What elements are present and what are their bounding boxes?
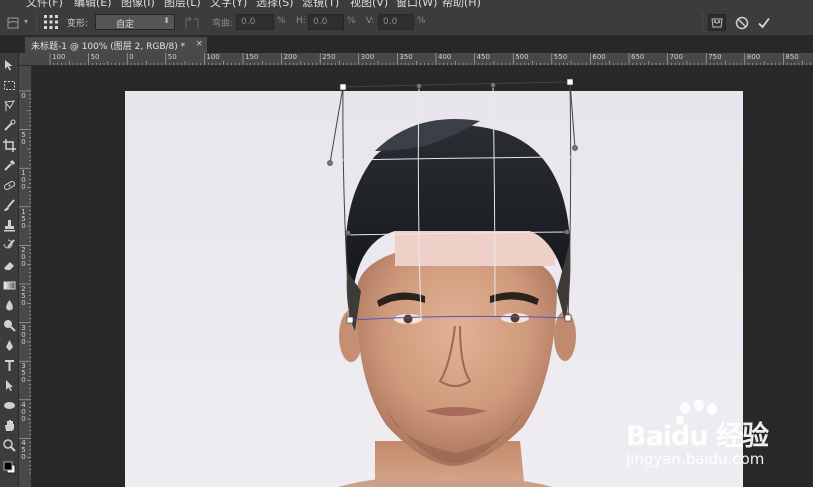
baidu-jingyan-watermark: Baidu 经验 jingyan.baidu.com [626, 400, 776, 470]
h-distortion-unit: % [347, 16, 356, 26]
ruler-label: 400 [438, 53, 452, 61]
ruler-label: 0 [129, 53, 134, 61]
separator [702, 12, 703, 32]
change-warp-orientation-icon[interactable] [184, 15, 200, 29]
ruler-label: 550 [553, 53, 568, 61]
warp-tool-preset-icon[interactable] [6, 15, 20, 29]
menu-image[interactable]: 图像(I) [121, 0, 155, 8]
ruler-label: 100 [206, 53, 220, 61]
document-tab-bar: 未标题-1 @ 100% (图层 2, RGB/8) * × [22, 36, 813, 53]
zoom-icon[interactable] [0, 436, 19, 455]
brush-icon[interactable] [0, 196, 19, 215]
crop-icon[interactable] [0, 136, 19, 155]
menu-edit[interactable]: 编辑(E) [74, 0, 112, 8]
cancel-icon[interactable] [735, 15, 749, 30]
hand-icon[interactable] [0, 416, 19, 435]
close-tab-icon[interactable]: × [195, 39, 203, 49]
ruler-label: 250 [322, 53, 336, 61]
commit-icon[interactable] [757, 15, 771, 29]
ruler-label: 150 [21, 207, 26, 230]
horizontal-ruler-ticks [49, 53, 811, 65]
ruler-label: 100 [21, 169, 26, 192]
menu-layer[interactable]: 图层(L) [164, 0, 201, 8]
healing-icon[interactable] [0, 176, 19, 195]
preset-dropdown-icon[interactable]: ▾ [24, 17, 28, 26]
ruler-label: 750 [708, 53, 722, 61]
reference-point-grid-icon[interactable] [43, 14, 59, 30]
tools-panel [0, 53, 19, 487]
pen-icon[interactable] [0, 336, 19, 355]
quick-select-icon[interactable] [0, 116, 19, 135]
ruler-label: 650 [631, 53, 645, 61]
ruler-label: 350 [399, 53, 413, 61]
ruler-label: 600 [592, 53, 606, 61]
ruler-label: 50 [167, 53, 177, 61]
vertical-ruler[interactable]: 0 50 100 150 200 250 300 350 400 450 [19, 66, 32, 487]
eraser-icon[interactable] [0, 256, 19, 275]
menu-help[interactable]: 帮助(H) [442, 0, 481, 8]
ruler-label: 400 [21, 400, 26, 423]
menu-view[interactable]: 视图(V) [350, 0, 388, 8]
move-icon[interactable] [0, 56, 19, 75]
photoshop-window: 文件(F) 编辑(E) 图像(I) 图层(L) 文字(Y) 选择(S) 滤镜(T… [0, 0, 813, 487]
ruler-label: 450 [476, 53, 490, 61]
menu-select[interactable]: 选择(S) [256, 0, 294, 8]
ruler-label: 250 [21, 285, 26, 307]
ruler-label: 100 [52, 53, 66, 61]
warp-mode-icon[interactable] [708, 14, 726, 31]
v-distortion-field[interactable]: 0.0 [378, 14, 414, 30]
marquee-icon[interactable] [0, 76, 19, 95]
ruler-label: 50 [21, 130, 26, 146]
menu-type[interactable]: 文字(Y) [210, 0, 247, 8]
type-icon[interactable] [0, 356, 19, 375]
bend-field[interactable]: 0.0 [236, 14, 274, 30]
ruler-label: 300 [360, 53, 375, 61]
foreground-background-color-icon[interactable] [0, 458, 19, 477]
bend-label: 弯曲: [212, 19, 234, 29]
stamp-icon[interactable] [0, 216, 19, 235]
ruler-label: 150 [245, 53, 259, 61]
ruler-label: 200 [21, 246, 26, 269]
menu-bar: 文件(F) 编辑(E) 图像(I) 图层(L) 文字(Y) 选择(S) 滤镜(T… [0, 0, 813, 8]
select-arrows-icon: ⬍ [163, 16, 170, 25]
bend-unit: % [277, 16, 286, 26]
warp-style-label: 变形: [67, 19, 89, 29]
blur-icon[interactable] [0, 296, 19, 315]
watermark-url: jingyan.baidu.com [626, 450, 765, 468]
ruler-label: 700 [669, 53, 683, 61]
gradient-icon[interactable] [0, 276, 19, 295]
v-distortion-unit: % [417, 16, 426, 26]
separator [36, 12, 37, 32]
document-tab[interactable]: 未标题-1 @ 100% (图层 2, RGB/8) * × [25, 37, 207, 53]
menu-window[interactable]: 窗口(W) [396, 0, 437, 8]
menu-filter[interactable]: 滤镜(T) [302, 0, 339, 8]
vertical-ruler-ticks [19, 90, 31, 474]
warp-style-select[interactable]: 自定 ⬍ [95, 14, 175, 30]
v-distortion-label: V: [366, 16, 375, 26]
path-select-icon[interactable] [0, 376, 19, 395]
shape-icon[interactable] [0, 396, 19, 415]
dodge-icon[interactable] [0, 316, 19, 335]
ruler-label: 850 [785, 53, 799, 61]
h-distortion-label: H: [296, 16, 306, 26]
ruler-label: 500 [515, 53, 529, 61]
ruler-label: 300 [21, 323, 26, 346]
menu-file[interactable]: 文件(F) [26, 0, 63, 8]
history-brush-icon[interactable] [0, 236, 19, 255]
warp-style-value: 自定 [116, 20, 135, 30]
ruler-label: 450 [21, 439, 26, 462]
ruler-label: 800 [746, 53, 761, 61]
h-distortion-field[interactable]: 0.0 [308, 14, 344, 30]
lasso-icon[interactable] [0, 96, 19, 115]
eyedropper-icon[interactable] [0, 156, 19, 175]
ruler-label: 50 [90, 53, 100, 61]
ruler-label: 350 [21, 362, 26, 385]
ruler-label: 0 [21, 92, 26, 100]
document-tab-title: 未标题-1 @ 100% (图层 2, RGB/8) * [31, 42, 186, 52]
ruler-label: 200 [283, 53, 297, 61]
options-bar: ▾ 变形: 自定 ⬍ 弯曲: 0.0 % H: 0.0 % V: 0.0 % [0, 8, 813, 36]
horizontal-ruler[interactable]: 100 50 0 50 100 150 200 250 300 350 400 450 500 550 60… [19, 53, 813, 66]
watermark-brand: Baidu 经验 [626, 421, 769, 452]
